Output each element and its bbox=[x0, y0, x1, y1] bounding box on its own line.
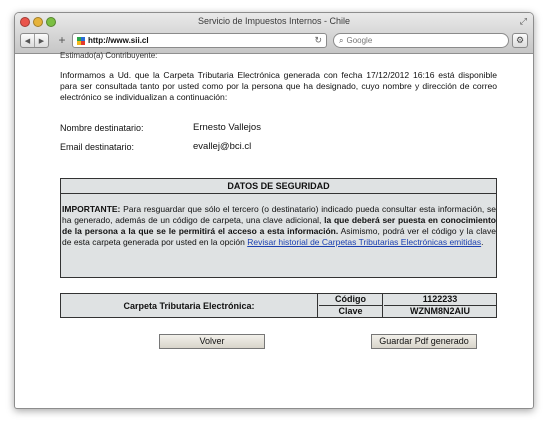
page-content: Estimado(a) Contribuyente: Informamos a … bbox=[15, 51, 533, 408]
search-placeholder: Google bbox=[346, 36, 373, 45]
gear-icon[interactable]: ⚙ bbox=[512, 33, 528, 48]
url-text[interactable]: http://www.sii.cl bbox=[88, 36, 314, 45]
code-value: 1122233 bbox=[384, 294, 496, 306]
browser-window: Servicio de Impuestos Internos - Chile ⤢… bbox=[14, 12, 534, 409]
recipient-name-label: Nombre destinatario: bbox=[60, 123, 144, 133]
important-label: IMPORTANTE: bbox=[62, 204, 121, 214]
security-panel: DATOS DE SEGURIDAD IMPORTANTE: Para resg… bbox=[60, 178, 497, 278]
recipient-name-value: Ernesto Vallejos bbox=[193, 122, 261, 133]
back-arrow-icon[interactable]: ◀ bbox=[21, 34, 35, 47]
recipient-email-value: evallej@bci.cl bbox=[193, 141, 252, 152]
back-forward-buttons: ◀ ▶ bbox=[20, 33, 49, 48]
search-icon: ⌕ bbox=[339, 35, 344, 45]
security-heading: DATOS DE SEGURIDAD bbox=[61, 179, 496, 194]
folder-table: Carpeta Tributaria Electrónica: Código 1… bbox=[60, 293, 497, 318]
title-bar: Servicio de Impuestos Internos - Chile ⤢… bbox=[15, 13, 533, 54]
forward-arrow-icon[interactable]: ▶ bbox=[35, 34, 48, 47]
address-bar[interactable]: http://www.sii.cl ↻ bbox=[72, 33, 327, 48]
intro-paragraph: Informamos a Ud. que la Carpeta Tributar… bbox=[60, 70, 497, 102]
security-text-end: . bbox=[481, 237, 484, 247]
reload-icon[interactable]: ↻ bbox=[314, 35, 322, 46]
security-text: IMPORTANTE: Para resguardar que sólo el … bbox=[61, 194, 496, 248]
window-title: Servicio de Impuestos Internos - Chile bbox=[197, 16, 351, 26]
history-link[interactable]: Revisar historial de Carpetas Tributaria… bbox=[247, 237, 481, 247]
folder-label: Carpeta Tributaria Electrónica: bbox=[61, 294, 318, 317]
add-bookmark-icon[interactable]: + bbox=[55, 33, 69, 48]
key-label: Clave bbox=[319, 306, 383, 318]
code-label: Código bbox=[319, 294, 383, 306]
fullscreen-icon[interactable]: ⤢ bbox=[520, 16, 527, 27]
search-field[interactable]: ⌕ Google bbox=[333, 33, 509, 48]
save-pdf-button[interactable]: Guardar Pdf generado bbox=[371, 334, 477, 349]
recipient-email-label: Email destinatario: bbox=[60, 142, 135, 152]
key-value: WZNM8N2AIU bbox=[410, 306, 470, 316]
back-button[interactable]: Volver bbox=[159, 334, 265, 349]
greeting-text: Estimado(a) Contribuyente: bbox=[60, 51, 158, 60]
site-favicon-icon bbox=[77, 36, 85, 45]
